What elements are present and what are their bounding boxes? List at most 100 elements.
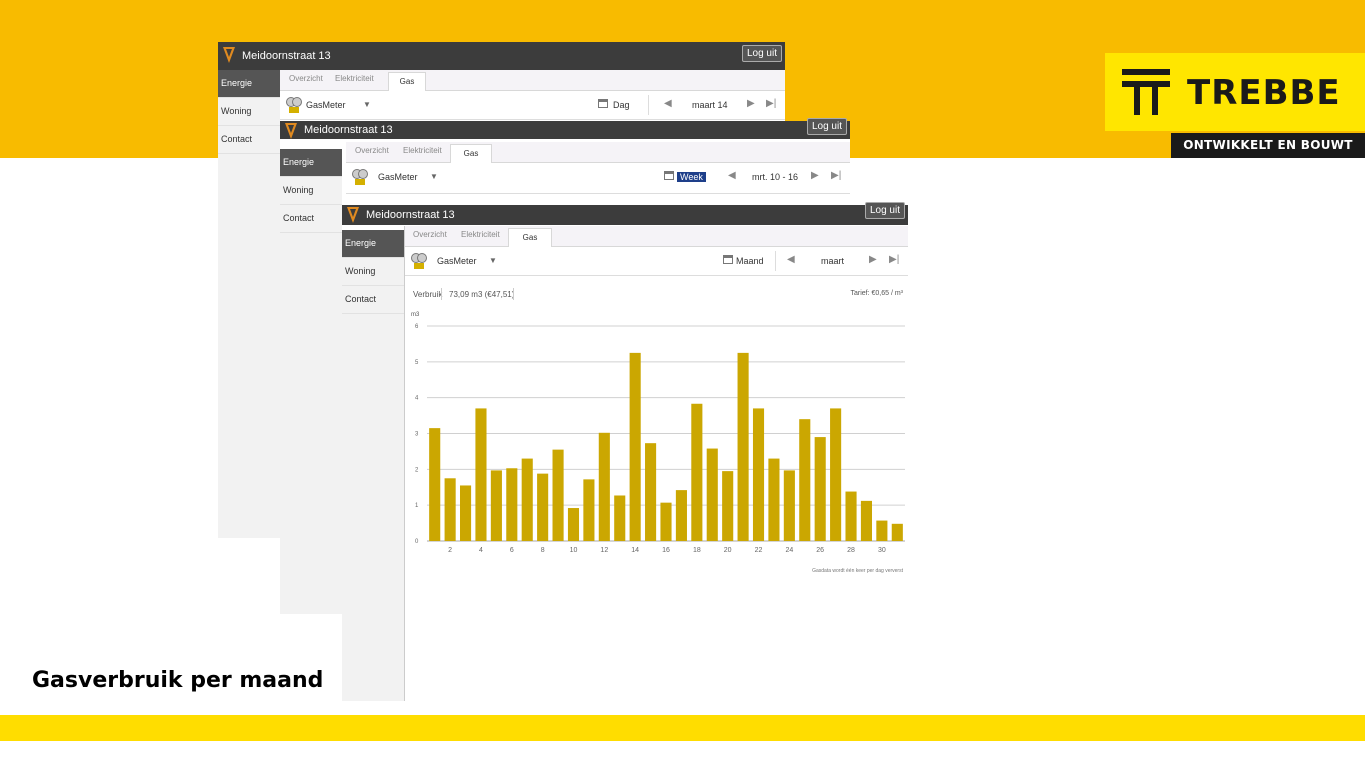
bar-day-15 bbox=[645, 443, 657, 541]
y-tick-label: 3 bbox=[415, 432, 419, 438]
next-arrow-icon[interactable]: ▶ bbox=[869, 254, 877, 265]
bar-day-9 bbox=[552, 449, 564, 541]
bar-day-26 bbox=[814, 437, 826, 541]
next-arrow-icon[interactable]: ▶ bbox=[747, 98, 755, 109]
title-bar: Meidoornstraat 13 Log uit bbox=[218, 42, 785, 70]
bar-day-25 bbox=[799, 419, 811, 541]
bar-day-24 bbox=[783, 470, 795, 541]
tab-bar: Overzicht Elektriciteit Gas bbox=[405, 226, 908, 247]
logout-button[interactable]: Log uit bbox=[741, 45, 782, 62]
address-title: Meidoornstraat 13 bbox=[242, 50, 331, 62]
tab-gas[interactable]: Gas bbox=[388, 72, 426, 91]
tab-gas[interactable]: Gas bbox=[450, 144, 492, 163]
bar-day-8 bbox=[537, 473, 549, 541]
sidebar: Energie Woning Contact bbox=[342, 230, 404, 701]
period-label: maart bbox=[821, 256, 845, 266]
x-tick-label: 4 bbox=[479, 547, 483, 554]
divider bbox=[441, 288, 442, 300]
logout-button[interactable]: Log uit bbox=[864, 202, 905, 219]
bar-day-21 bbox=[737, 352, 749, 541]
flame-logo-icon bbox=[285, 123, 297, 139]
x-tick-label: 2 bbox=[448, 547, 452, 554]
sidebar-item-contact[interactable]: Contact bbox=[218, 126, 280, 154]
tab-gas[interactable]: Gas bbox=[508, 228, 552, 247]
bar-day-12 bbox=[598, 432, 610, 541]
tab-elektriciteit[interactable]: Elektriciteit bbox=[403, 146, 442, 155]
y-tick-label: 1 bbox=[415, 503, 419, 509]
x-tick-label: 28 bbox=[847, 547, 855, 554]
sidebar-item-energie[interactable]: Energie bbox=[218, 70, 280, 98]
period-mode[interactable]: Maand bbox=[736, 256, 764, 266]
sidebar-item-woning[interactable]: Woning bbox=[342, 258, 404, 286]
bar-day-2 bbox=[444, 478, 456, 541]
y-tick-label: 4 bbox=[415, 396, 419, 402]
sidebar-item-energie[interactable]: Energie bbox=[280, 149, 342, 177]
sidebar-item-contact[interactable]: Contact bbox=[280, 205, 342, 233]
tab-overzicht[interactable]: Overzicht bbox=[289, 74, 323, 83]
tab-elektriciteit[interactable]: Elektriciteit bbox=[335, 74, 374, 83]
sidebar-item-woning[interactable]: Woning bbox=[218, 98, 280, 126]
last-period-icon[interactable]: ▶| bbox=[889, 254, 899, 265]
bar-day-1 bbox=[429, 428, 441, 541]
bar-day-4 bbox=[475, 408, 487, 541]
tab-bar: Overzicht Elektriciteit Gas bbox=[346, 142, 850, 163]
bar-day-29 bbox=[860, 500, 873, 541]
calendar-icon[interactable] bbox=[598, 99, 608, 108]
chevron-down-icon[interactable]: ▼ bbox=[363, 100, 371, 109]
sidebar-item-energie[interactable]: Energie bbox=[342, 230, 404, 258]
sidebar-item-woning[interactable]: Woning bbox=[280, 177, 342, 205]
bar-day-5 bbox=[490, 470, 502, 541]
trebbe-logo-mark-icon bbox=[1122, 69, 1170, 115]
x-tick-label: 18 bbox=[693, 547, 701, 554]
next-arrow-icon[interactable]: ▶ bbox=[811, 170, 819, 181]
tab-overzicht[interactable]: Overzicht bbox=[413, 230, 447, 239]
calendar-icon[interactable] bbox=[723, 255, 733, 264]
x-tick-label: 30 bbox=[878, 547, 886, 554]
gas-bar-chart: m301234562 4 6 8 10 12 14 16 18 20 22 24 26 28 30 bbox=[411, 312, 905, 554]
sidebar-item-contact[interactable]: Contact bbox=[342, 286, 404, 314]
bar-day-7 bbox=[521, 458, 533, 541]
data-refresh-note: Gasdata wordt één keer per dag ververst bbox=[812, 568, 903, 574]
last-period-icon[interactable]: ▶| bbox=[766, 98, 776, 109]
bar-day-17 bbox=[675, 490, 687, 541]
title-bar: Meidoornstraat 13 Log uit bbox=[342, 202, 908, 225]
period-mode[interactable]: Dag bbox=[613, 100, 630, 110]
y-tick-label: 5 bbox=[415, 360, 419, 366]
app-window-month: Meidoornstraat 13 Log uit Energie Woning… bbox=[342, 202, 908, 701]
divider bbox=[513, 288, 514, 300]
chevron-down-icon[interactable]: ▼ bbox=[430, 172, 438, 181]
previous-arrow-icon[interactable]: ◀ bbox=[728, 170, 736, 181]
x-tick-label: 22 bbox=[755, 547, 763, 554]
bar-day-27 bbox=[830, 408, 842, 541]
chevron-down-icon[interactable]: ▼ bbox=[489, 256, 497, 265]
flame-logo-icon bbox=[223, 47, 235, 63]
gas-meter-icon bbox=[411, 253, 427, 269]
y-axis-label: m3 bbox=[411, 312, 420, 318]
divider bbox=[648, 95, 649, 115]
usage-label: Verbruik bbox=[413, 290, 443, 299]
tab-elektriciteit[interactable]: Elektriciteit bbox=[461, 230, 500, 239]
title-bar: Meidoornstraat 13 Log uit bbox=[280, 118, 850, 139]
calendar-icon[interactable] bbox=[664, 171, 674, 180]
previous-arrow-icon[interactable]: ◀ bbox=[787, 254, 795, 265]
previous-arrow-icon[interactable]: ◀ bbox=[664, 98, 672, 109]
y-tick-label: 2 bbox=[415, 467, 419, 473]
meter-select[interactable]: GasMeter bbox=[437, 256, 477, 266]
usage-value: 73,09 m3 (€47,51) bbox=[449, 290, 515, 299]
last-period-icon[interactable]: ▶| bbox=[831, 170, 841, 181]
toolbar: GasMeter ▼ Week ◀ mrt. 10 - 16 ▶ ▶| bbox=[346, 163, 850, 194]
logout-button[interactable]: Log uit bbox=[806, 118, 847, 135]
bar-day-19 bbox=[706, 448, 718, 541]
bar-day-30 bbox=[876, 520, 888, 541]
address-title: Meidoornstraat 13 bbox=[366, 209, 455, 221]
tab-overzicht[interactable]: Overzicht bbox=[355, 146, 389, 155]
meter-select[interactable]: GasMeter bbox=[378, 172, 418, 182]
meter-select[interactable]: GasMeter bbox=[306, 100, 346, 110]
brand-tagline: ONTWIKKELT EN BOUWT bbox=[1171, 133, 1365, 158]
y-tick-label: 0 bbox=[415, 539, 419, 545]
period-mode[interactable]: Week bbox=[677, 172, 706, 182]
x-tick-label: 24 bbox=[785, 547, 793, 554]
flame-logo-icon bbox=[347, 207, 359, 223]
bar-day-16 bbox=[660, 502, 672, 541]
period-label: maart 14 bbox=[692, 100, 728, 110]
